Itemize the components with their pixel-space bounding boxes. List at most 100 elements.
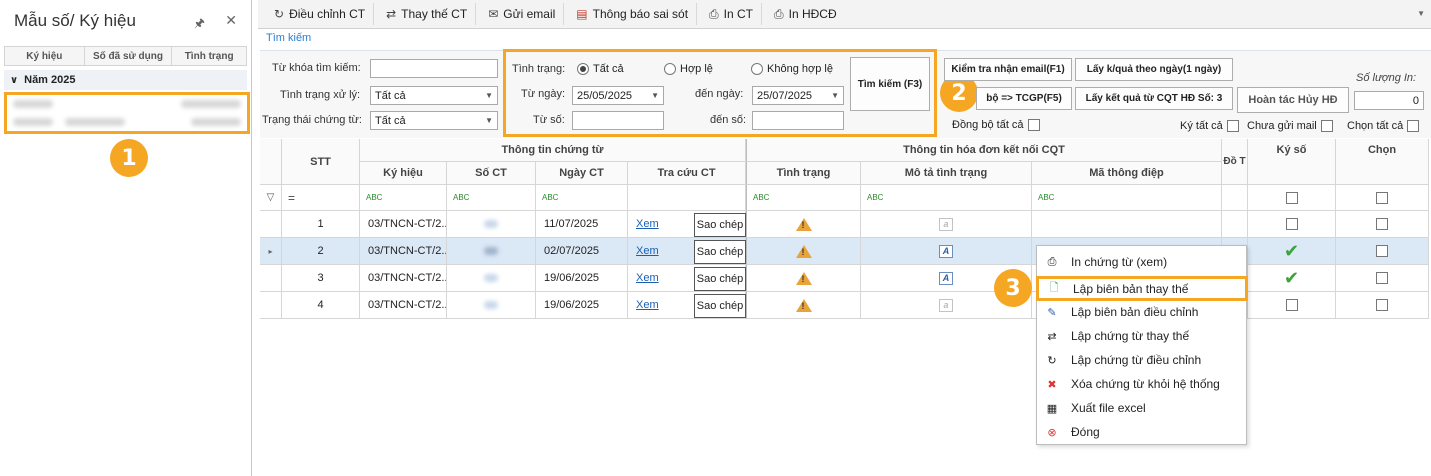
list-item[interactable] — [7, 95, 247, 113]
to-no-label: đến số: — [710, 114, 747, 126]
checkbox[interactable] — [1285, 191, 1298, 204]
text-icon[interactable]: A — [939, 244, 953, 258]
sync-all-checkbox[interactable]: Đồng bộ tất cả — [952, 119, 1040, 131]
menu-item-close[interactable]: ⊗ Đóng — [1037, 421, 1246, 443]
filter-select[interactable] — [1336, 185, 1429, 211]
chevron-down-icon[interactable]: ∨ — [10, 75, 18, 86]
column-header-select[interactable]: Chọn — [1336, 139, 1429, 185]
filter-doc-no[interactable]: ABC — [447, 185, 536, 211]
not-sent-mail-checkbox[interactable]: Chưa gửi mail — [1247, 120, 1333, 132]
text-icon[interactable]: A — [939, 271, 953, 285]
column-header-stt[interactable]: STT — [282, 139, 360, 185]
select-all-checkbox[interactable]: Chọn tất cả — [1347, 120, 1420, 132]
copy-button[interactable]: Sao chép — [694, 294, 746, 318]
search-button[interactable]: Tìm kiếm (F3) — [850, 57, 930, 111]
column-header-sync[interactable]: Đồ T — [1222, 139, 1248, 185]
filter-stt[interactable]: = — [282, 185, 360, 211]
from-date-input[interactable]: 25/05/2025 ▼ — [572, 86, 664, 105]
column-header-message-code[interactable]: Mã thông điệp — [1032, 162, 1222, 185]
copy-button[interactable]: Sao chép — [694, 213, 746, 237]
checkbox[interactable] — [1407, 120, 1420, 132]
radio-valid[interactable]: Hợp lệ — [664, 63, 713, 75]
filter-status[interactable]: ABC — [746, 185, 861, 211]
column-header-sign[interactable]: Ký số — [1248, 139, 1336, 185]
column-header-status[interactable]: Tình trạng — [172, 47, 246, 65]
print-hdcd-button[interactable]: ⎙ In HĐCĐ — [766, 3, 845, 25]
menu-item-create-replace-doc[interactable]: ⇄ Lập chứng từ thay thế — [1037, 325, 1246, 347]
menu-item-create-adjust-record[interactable]: ✎ Lập biên bản điều chỉnh — [1037, 301, 1246, 323]
column-header-symbol[interactable]: Ký hiệu — [360, 162, 447, 185]
sync-tcgp-button[interactable]: bộ => TCGP(F5) — [976, 87, 1072, 110]
process-status-select[interactable]: Tất cả ▼ — [370, 86, 498, 105]
row-doc-no — [447, 238, 536, 265]
view-link[interactable]: Xem — [636, 245, 659, 257]
menu-item-delete-doc[interactable]: ✖ Xóa chứng từ khỏi hệ thống — [1037, 373, 1246, 395]
checkbox[interactable] — [1320, 120, 1333, 132]
print-doc-button[interactable]: ⎙ In CT — [701, 3, 762, 25]
radio-invalid[interactable]: Không hợp lệ — [751, 63, 833, 75]
checkbox[interactable] — [1285, 299, 1298, 311]
column-header-doc-date[interactable]: Ngày CT — [536, 162, 628, 185]
menu-item-create-adjust-doc[interactable]: ↻ Lập chứng từ điều chỉnh — [1037, 349, 1246, 371]
menu-item-export-excel[interactable]: ▦ Xuất file excel — [1037, 397, 1246, 419]
column-header-doc-no[interactable]: Số CT — [447, 162, 536, 185]
quantity-input[interactable]: 0 — [1354, 91, 1424, 110]
radio-all[interactable]: Tất cả — [577, 63, 624, 75]
sign-all-checkbox[interactable]: Ký tất cả — [1180, 120, 1239, 132]
view-link[interactable]: Xem — [636, 218, 659, 230]
filter-status-desc[interactable]: ABC — [861, 185, 1032, 211]
undo-cancel-button[interactable]: Hoàn tác Hủy HĐ — [1237, 87, 1349, 113]
toolbar-dropdown-icon[interactable]: ▼ — [1417, 9, 1425, 18]
checkbox[interactable] — [1376, 218, 1388, 230]
checkbox[interactable] — [1376, 245, 1388, 257]
list-item[interactable] — [7, 113, 247, 131]
adjust-doc-button[interactable]: ↻ Điều chỉnh CT — [266, 3, 375, 25]
filter-symbol[interactable]: ABC — [360, 185, 447, 211]
checkbox[interactable] — [1376, 272, 1388, 284]
get-result-day-button[interactable]: Lấy k/quả theo ngày(1 ngày) — [1075, 58, 1233, 81]
column-header-status-desc[interactable]: Mô tả tình trạng — [861, 162, 1032, 185]
column-header-used-count[interactable]: Số đã sử dụng — [85, 47, 173, 65]
column-header-lookup[interactable]: Tra cứu CT — [628, 162, 746, 185]
send-email-button[interactable]: ✉ Gửi email — [480, 3, 565, 25]
view-link[interactable]: Xem — [636, 272, 659, 284]
checkbox[interactable] — [1376, 299, 1388, 311]
radio-dot — [664, 63, 676, 75]
tab-search[interactable]: Tìm kiếm — [266, 32, 311, 44]
text-icon[interactable]: a — [939, 298, 953, 312]
filter-lookup[interactable] — [628, 185, 746, 211]
menu-item-label: In chứng từ (xem) — [1071, 255, 1168, 269]
filter-sync[interactable] — [1222, 185, 1248, 211]
year-group[interactable]: ∨ Năm 2025 — [4, 70, 247, 90]
checkbox[interactable] — [1376, 191, 1388, 204]
filter-sign[interactable] — [1248, 185, 1336, 211]
filter-icon[interactable]: ▽ — [260, 185, 282, 211]
doc-status-select[interactable]: Tất cả ▼ — [370, 111, 498, 130]
to-date-input[interactable]: 25/07/2025 ▼ — [752, 86, 844, 105]
column-header-symbol[interactable]: Ký hiệu — [5, 47, 85, 65]
to-no-input[interactable] — [752, 111, 844, 130]
close-icon[interactable]: ✕ — [225, 12, 237, 29]
copy-button[interactable]: Sao chép — [694, 240, 746, 264]
keyword-input[interactable] — [370, 59, 498, 78]
column-header-status[interactable]: Tình trạng — [746, 162, 861, 185]
checkbox[interactable] — [1027, 119, 1040, 131]
row-sign — [1248, 292, 1336, 319]
error-report-button[interactable]: ▤ Thông báo sai sót — [568, 3, 698, 25]
view-link[interactable]: Xem — [636, 299, 659, 311]
copy-button[interactable]: Sao chép — [694, 267, 746, 291]
replace-doc-button[interactable]: ⇄ Thay thế CT — [378, 3, 477, 25]
filter-message-code[interactable]: ABC — [1032, 185, 1222, 211]
row-doc-no — [447, 211, 536, 238]
checkbox[interactable] — [1226, 120, 1239, 132]
chevron-down-icon: ▼ — [651, 91, 659, 100]
pin-icon[interactable]: 🖈 — [194, 14, 205, 35]
text-icon[interactable]: a — [939, 217, 953, 231]
check-email-button[interactable]: Kiểm tra nhận email(F1) — [944, 58, 1072, 81]
menu-item-create-replace-record[interactable]: 🗋 Lập biên bản thay thế — [1036, 276, 1248, 301]
menu-item-print-preview[interactable]: ⎙ In chứng từ (xem) — [1037, 251, 1246, 273]
from-no-input[interactable] — [572, 111, 664, 130]
filter-doc-date[interactable]: ABC — [536, 185, 628, 211]
get-result-cqt-button[interactable]: Lấy kết quả từ CQT HĐ Số: 3 — [1075, 87, 1233, 110]
checkbox[interactable] — [1285, 218, 1298, 230]
